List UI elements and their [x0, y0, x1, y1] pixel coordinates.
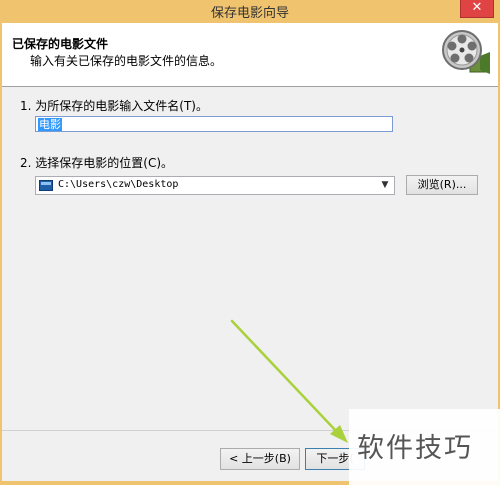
location-label: 2. 选择保存电影的位置(C)。: [20, 156, 174, 170]
close-button[interactable]: ✕: [460, 0, 494, 18]
filename-selected-text: 电影: [38, 118, 62, 131]
save-movie-wizard-window: 保存电影向导 ✕ 已保存的电影文件 输入有关已保存的电影文件的信息。 1. 为所…: [0, 0, 500, 485]
film-reel-icon: [442, 30, 490, 74]
header-subtitle: 输入有关已保存的电影文件的信息。: [30, 54, 223, 68]
watermark: 软件技巧: [349, 409, 500, 485]
header-title: 已保存的电影文件: [12, 37, 109, 51]
wizard-header: 已保存的电影文件 输入有关已保存的电影文件的信息。: [2, 23, 498, 86]
watermark-text: 软件技巧: [357, 433, 473, 464]
folder-drive-icon: [39, 180, 53, 191]
wizard-body: 1. 为所保存的电影输入文件名(T)。 电影 2. 选择保存电影的位置(C)。 …: [2, 87, 498, 430]
browse-button[interactable]: 浏览(R)...: [406, 175, 478, 195]
back-button[interactable]: < 上一步(B): [220, 448, 300, 470]
close-icon: ✕: [471, 0, 483, 15]
location-select[interactable]: C:\Users\czw\Desktop ▼: [35, 176, 395, 195]
chevron-down-icon[interactable]: ▼: [378, 178, 392, 193]
window-title: 保存电影向导: [210, 6, 289, 21]
filename-input[interactable]: 电影: [35, 116, 393, 132]
location-path: C:\Users\czw\Desktop: [58, 179, 179, 190]
filename-label: 1. 为所保存的电影输入文件名(T)。: [20, 99, 208, 113]
title-bar[interactable]: 保存电影向导 ✕: [0, 0, 500, 22]
